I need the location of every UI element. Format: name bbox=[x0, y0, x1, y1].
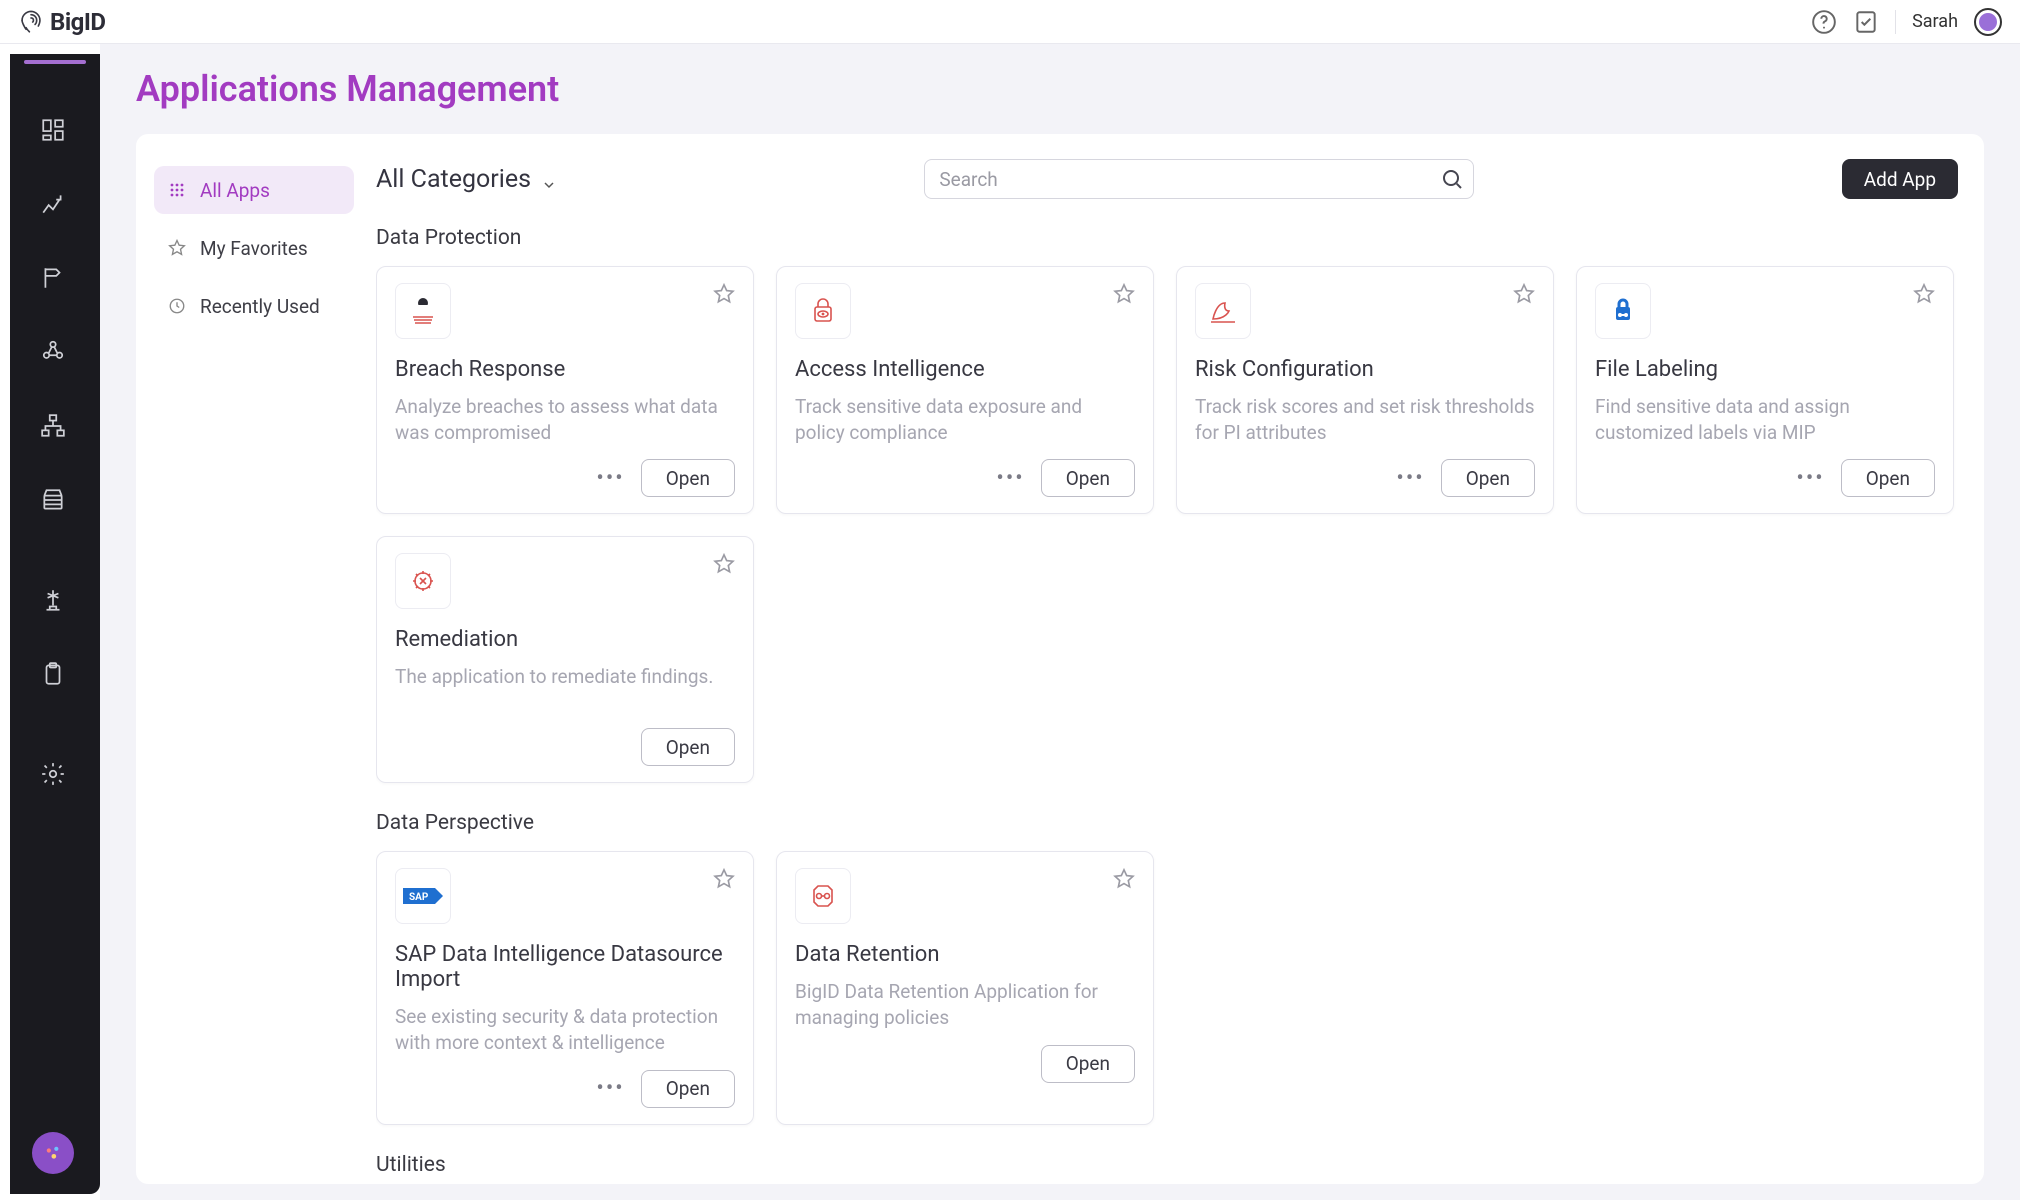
toolbar: All Categories Add App bbox=[376, 154, 1958, 204]
category-select[interactable]: All Categories bbox=[376, 165, 557, 194]
more-icon[interactable]: ••• bbox=[1396, 466, 1424, 491]
brand: BigID bbox=[18, 8, 106, 36]
panelnav-recently-used[interactable]: Recently Used bbox=[154, 282, 354, 330]
favorite-icon[interactable] bbox=[1113, 868, 1135, 890]
search-input[interactable] bbox=[924, 159, 1474, 199]
nav-settings[interactable] bbox=[29, 748, 77, 800]
user-name: Sarah bbox=[1912, 11, 1958, 32]
card-desc: See existing security & data protection … bbox=[395, 1004, 735, 1055]
favorite-icon[interactable] bbox=[1913, 283, 1935, 305]
section-title: Utilities bbox=[376, 1153, 1954, 1176]
sidenav bbox=[10, 54, 100, 1194]
topbar: BigID Sarah bbox=[0, 0, 2020, 44]
panelnav-label: My Favorites bbox=[200, 237, 308, 260]
open-button[interactable]: Open bbox=[1841, 459, 1935, 497]
card-title: Remediation bbox=[395, 627, 735, 652]
panel-main: All Categories Add App bbox=[376, 154, 1958, 1176]
page: Applications Management All Apps My Favo… bbox=[100, 44, 2020, 1200]
open-button[interactable]: Open bbox=[641, 459, 735, 497]
page-title: Applications Management bbox=[136, 68, 1984, 110]
open-button[interactable]: Open bbox=[1041, 1045, 1135, 1083]
panelnav-label: Recently Used bbox=[200, 295, 320, 318]
nav-flag[interactable] bbox=[29, 252, 77, 304]
card-file-labeling: File Labeling Find sensitive data and as… bbox=[1576, 266, 1954, 514]
search-icon[interactable] bbox=[1440, 167, 1464, 191]
nav-clipboard[interactable] bbox=[29, 648, 77, 700]
risk-icon bbox=[1195, 283, 1251, 339]
avatar[interactable] bbox=[1974, 8, 2002, 36]
open-button[interactable]: Open bbox=[1441, 459, 1535, 497]
shell: Applications Management All Apps My Favo… bbox=[0, 44, 2020, 1200]
favorite-icon[interactable] bbox=[713, 553, 735, 575]
card-desc: Track sensitive data exposure and policy… bbox=[795, 394, 1135, 445]
open-button[interactable]: Open bbox=[641, 728, 735, 766]
card-title: File Labeling bbox=[1595, 357, 1935, 382]
search-wrap bbox=[924, 159, 1474, 199]
svg-text:SAP: SAP bbox=[409, 892, 429, 903]
category-label: All Categories bbox=[376, 165, 531, 194]
help-icon[interactable] bbox=[1811, 9, 1837, 35]
more-icon[interactable]: ••• bbox=[596, 1076, 624, 1101]
nav-cluster[interactable] bbox=[29, 326, 77, 378]
favorite-icon[interactable] bbox=[1513, 283, 1535, 305]
open-button[interactable]: Open bbox=[1041, 459, 1135, 497]
star-icon bbox=[168, 239, 186, 257]
fab-button[interactable] bbox=[32, 1132, 74, 1174]
clock-icon bbox=[168, 297, 186, 315]
card-title: SAP Data Intelligence Datasource Import bbox=[395, 942, 735, 992]
grid-data-protection: Breach Response Analyze breaches to asse… bbox=[376, 266, 1954, 783]
add-app-button[interactable]: Add App bbox=[1842, 159, 1958, 199]
card-risk-configuration: Risk Configuration Track risk scores and… bbox=[1176, 266, 1554, 514]
card-data-retention: Data Retention BigID Data Retention Appl… bbox=[776, 851, 1154, 1124]
card-desc: The application to remediate findings. bbox=[395, 664, 735, 714]
open-button[interactable]: Open bbox=[641, 1070, 735, 1108]
favorite-icon[interactable] bbox=[713, 868, 735, 890]
content-scroll[interactable]: Data Protection Breach Re bbox=[376, 222, 1958, 1176]
nav-hierarchy[interactable] bbox=[29, 400, 77, 452]
card-access-intelligence: Access Intelligence Track sensitive data… bbox=[776, 266, 1154, 514]
nav-legal[interactable] bbox=[29, 574, 77, 626]
brand-name: BigID bbox=[50, 8, 106, 36]
nav-analytics[interactable] bbox=[29, 178, 77, 230]
favorite-icon[interactable] bbox=[713, 283, 735, 305]
access-icon bbox=[795, 283, 851, 339]
section-title: Data Perspective bbox=[376, 811, 1954, 835]
more-icon[interactable]: ••• bbox=[596, 466, 624, 491]
card-title: Risk Configuration bbox=[1195, 357, 1535, 382]
more-icon[interactable]: ••• bbox=[1796, 466, 1824, 491]
brand-logo-icon bbox=[18, 9, 44, 35]
divider bbox=[1895, 10, 1896, 34]
grid-icon bbox=[168, 181, 186, 199]
nav-storage[interactable] bbox=[29, 474, 77, 526]
card-desc: Track risk scores and set risk threshold… bbox=[1195, 394, 1535, 445]
card-desc: Analyze breaches to assess what data was… bbox=[395, 394, 735, 445]
panelnav-label: All Apps bbox=[200, 179, 270, 202]
card-sap-import: SAP SAP Data Intelligence Datasource Imp… bbox=[376, 851, 754, 1124]
remediation-icon bbox=[395, 553, 451, 609]
card-title: Breach Response bbox=[395, 357, 735, 382]
more-icon[interactable]: ••• bbox=[996, 466, 1024, 491]
panelnav-my-favorites[interactable]: My Favorites bbox=[154, 224, 354, 272]
card-title: Data Retention bbox=[795, 942, 1135, 967]
sap-icon: SAP bbox=[395, 868, 451, 924]
tasks-icon[interactable] bbox=[1853, 9, 1879, 35]
card-title: Access Intelligence bbox=[795, 357, 1135, 382]
nav-dashboard[interactable] bbox=[29, 104, 77, 156]
panelnav-all-apps[interactable]: All Apps bbox=[154, 166, 354, 214]
panel: All Apps My Favorites Recently Used bbox=[136, 134, 1984, 1184]
retention-icon bbox=[795, 868, 851, 924]
card-desc: Find sensitive data and assign customize… bbox=[1595, 394, 1935, 445]
grid-data-perspective: SAP SAP Data Intelligence Datasource Imp… bbox=[376, 851, 1954, 1124]
chevron-down-icon bbox=[541, 171, 557, 187]
favorite-icon[interactable] bbox=[1113, 283, 1135, 305]
file-labeling-icon bbox=[1595, 283, 1651, 339]
card-remediation: Remediation The application to remediate… bbox=[376, 536, 754, 783]
section-title: Data Protection bbox=[376, 226, 1954, 250]
topbar-right: Sarah bbox=[1811, 8, 2002, 36]
breach-icon bbox=[395, 283, 451, 339]
card-desc: BigID Data Retention Application for man… bbox=[795, 979, 1135, 1030]
panel-nav: All Apps My Favorites Recently Used bbox=[154, 154, 354, 1176]
card-breach-response: Breach Response Analyze breaches to asse… bbox=[376, 266, 754, 514]
